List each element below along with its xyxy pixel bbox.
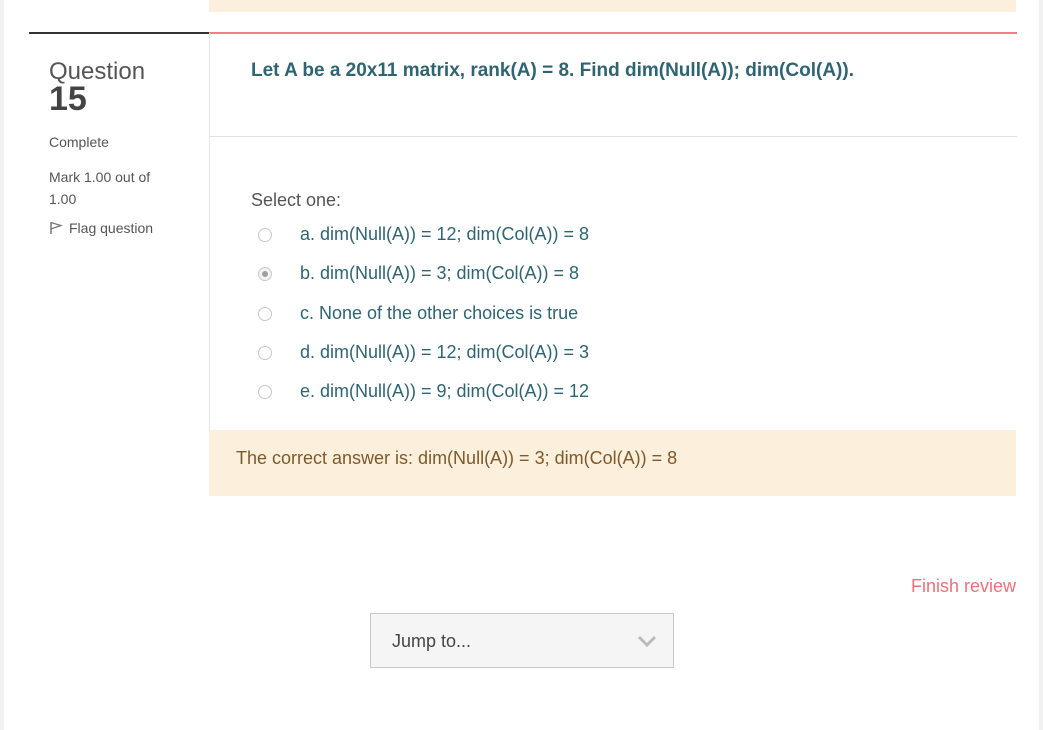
answer-option-label: a. dim(Null(A)) = 12; dim(Col(A)) = 8 <box>300 224 590 244</box>
question-number: 15 <box>49 80 87 118</box>
answer-option-a[interactable]: a. dim(Null(A)) = 12; dim(Col(A)) = 8 <box>258 224 589 245</box>
radio-button[interactable] <box>258 345 272 360</box>
answer-option-b[interactable]: b. dim(Null(A)) = 3; dim(Col(A)) = 8 <box>258 263 579 284</box>
finish-review-link[interactable]: Finish review <box>911 576 1016 597</box>
answer-option-d[interactable]: d. dim(Null(A)) = 12; dim(Col(A)) = 3 <box>258 342 589 363</box>
chevron-down-icon <box>637 635 657 648</box>
correct-answer-feedback: The correct answer is: dim(Null(A)) = 3;… <box>209 430 1016 496</box>
question-grade: Mark 1.00 out of 1.00 <box>49 169 151 207</box>
answer-option-label: b. dim(Null(A)) = 3; dim(Col(A)) = 8 <box>300 263 580 283</box>
radio-button[interactable] <box>258 384 272 399</box>
answer-option-label: c. None of the other choices is true <box>300 303 579 323</box>
radio-button[interactable] <box>258 306 272 321</box>
question-content: Let A be a 20x11 matrix, rank(A) = 8. Fi… <box>209 32 1017 432</box>
jump-to-label: Jump to... <box>392 631 472 651</box>
jump-to-select[interactable]: Jump to... <box>370 613 674 668</box>
flag-question-link[interactable]: Flag question <box>49 220 153 236</box>
question-info: Question 15 Complete Mark 1.00 out of 1.… <box>29 32 209 466</box>
feedback-text: The correct answer is: dim(Null(A)) = 3;… <box>236 448 678 468</box>
flag-icon <box>50 221 63 234</box>
page-right-border <box>1039 0 1043 730</box>
radio-button[interactable] <box>258 227 272 242</box>
select-one-prompt: Select one: <box>251 190 342 210</box>
page-left-border <box>0 0 4 730</box>
flag-question-label: Flag question <box>69 220 154 236</box>
radio-button[interactable] <box>258 266 272 281</box>
answer-option-c[interactable]: c. None of the other choices is true <box>258 303 578 324</box>
answer-option-label: e. dim(Null(A)) = 9; dim(Col(A)) = 12 <box>300 381 590 401</box>
answer-option-e[interactable]: e. dim(Null(A)) = 9; dim(Col(A)) = 12 <box>258 381 589 402</box>
question-state: Complete <box>49 134 109 150</box>
divider <box>210 136 1017 137</box>
answer-option-label: d. dim(Null(A)) = 12; dim(Col(A)) = 3 <box>300 342 590 362</box>
previous-question-feedback <box>209 0 1016 12</box>
question-text: Let A be a 20x11 matrix, rank(A) = 8. Fi… <box>251 60 854 81</box>
